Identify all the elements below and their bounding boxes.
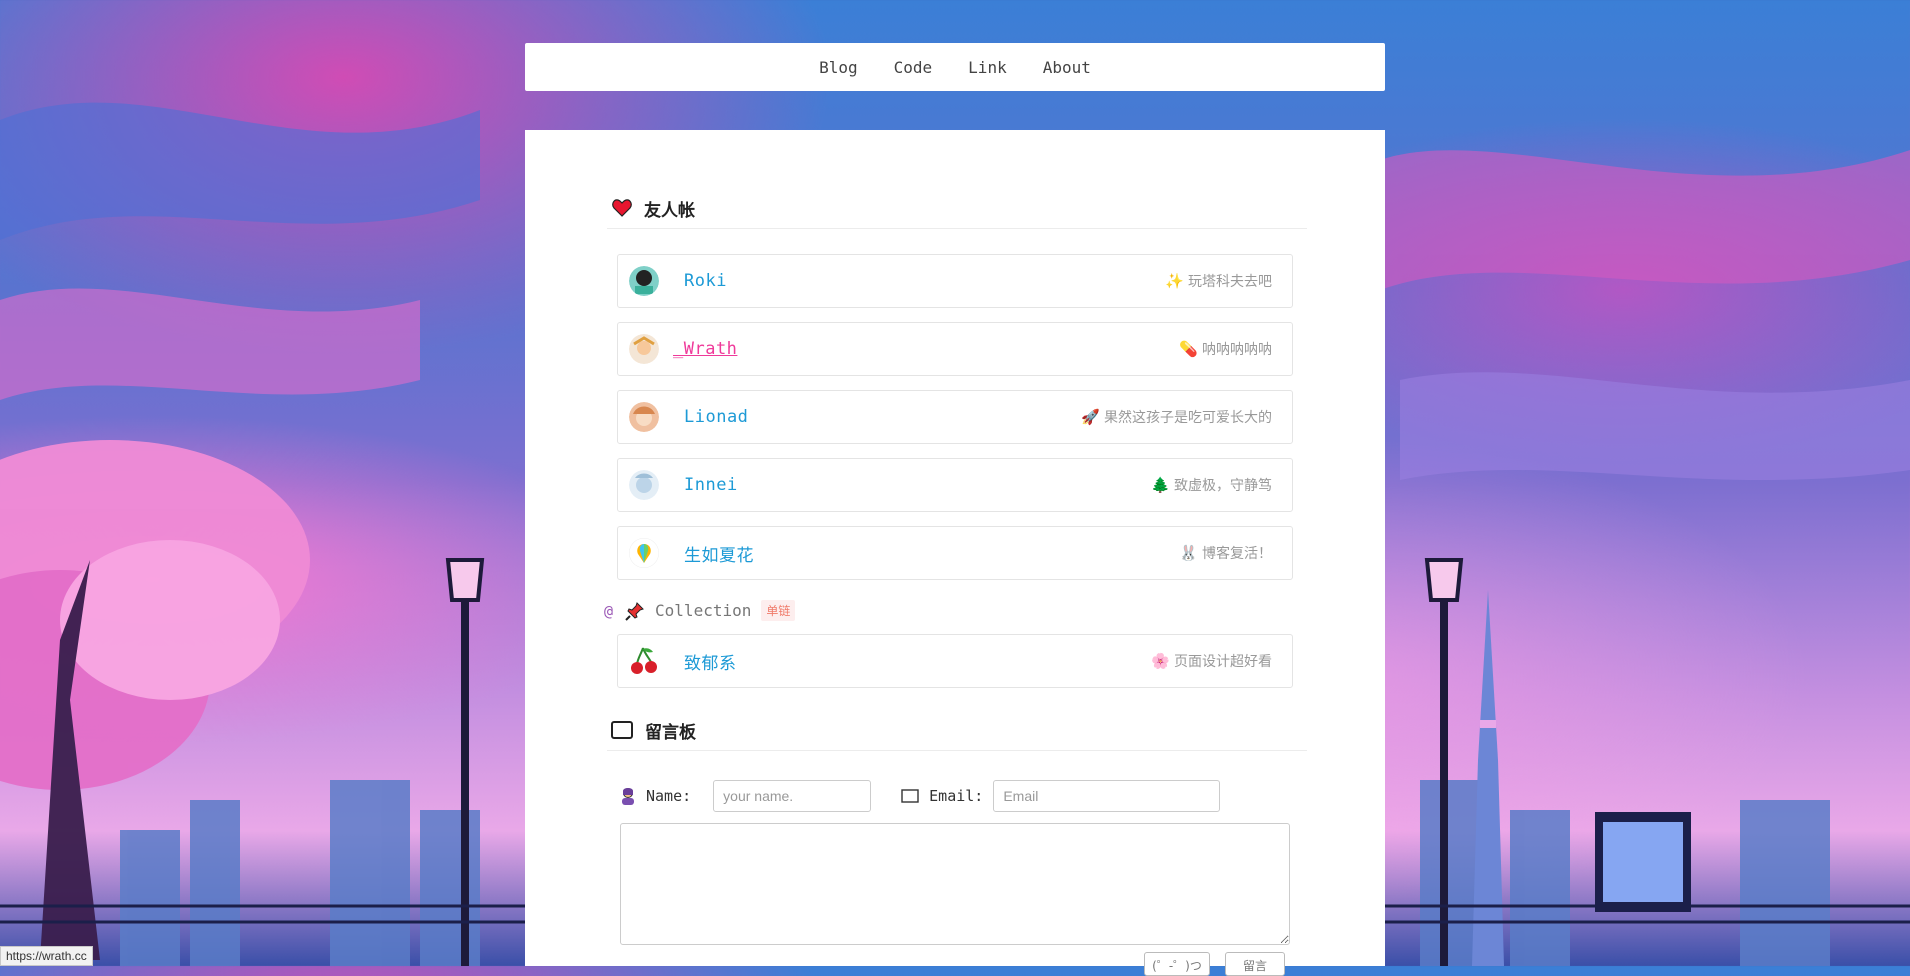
friend-desc: ✨ 玩塔科夫去吧 xyxy=(1165,271,1272,291)
tokyo-tower xyxy=(1472,590,1504,966)
friend-link-summer-flower[interactable]: 生如夏花 🐰 博客复活！ xyxy=(617,526,1293,580)
single-link-badge: 单链 xyxy=(761,600,796,621)
friend-name: Innei xyxy=(684,475,738,495)
friend-desc-text: 呐呐呐呐呐 xyxy=(1202,342,1272,358)
friends-section-header: 友人帐 xyxy=(607,188,1307,229)
collection-desc: 🌸 页面设计超好看 xyxy=(1151,651,1272,671)
emoji-button[interactable]: (゜-゜)つ xyxy=(1144,952,1210,976)
collection-name: 致郁系 xyxy=(684,653,737,674)
avatar xyxy=(629,470,659,500)
pushpin-icon xyxy=(625,601,644,621)
collection-desc-text: 页面设计超好看 xyxy=(1174,654,1272,670)
vending-machine xyxy=(1595,812,1691,912)
friend-link-innei[interactable]: Innei 🌲 致虚极，守静笃 xyxy=(617,458,1293,512)
name-input[interactable] xyxy=(713,780,872,812)
person-icon xyxy=(622,788,634,805)
friend-name: _Wrath xyxy=(673,339,738,359)
guestbook-form-row: Name: Email: xyxy=(620,778,1300,814)
nav-blog[interactable]: Blog xyxy=(819,58,858,77)
pill-icon: 💊 xyxy=(1179,339,1198,358)
friend-desc-text: 博客复活！ xyxy=(1202,546,1272,562)
friend-link-lionad[interactable]: Lionad 🚀 果然这孩子是吃可爱长大的 xyxy=(617,390,1293,444)
tree-icon: 🌲 xyxy=(1151,475,1170,494)
friend-desc-text: 致虚极，守静笃 xyxy=(1174,478,1272,494)
friend-desc: 🌲 致虚极，守静笃 xyxy=(1151,475,1272,495)
friend-name: Lionad xyxy=(684,407,749,427)
submit-message-button[interactable]: 留言 xyxy=(1225,952,1285,976)
status-bar-url: https://wrath.cc xyxy=(0,946,93,966)
friend-link-wrath[interactable]: _Wrath 💊 呐呐呐呐呐 xyxy=(617,322,1293,376)
cherry-icon xyxy=(631,647,657,674)
collection-link-zhiyuxi[interactable]: 致郁系 🌸 页面设计超好看 xyxy=(617,634,1293,688)
heart-icon xyxy=(612,199,632,217)
nav-link[interactable]: Link xyxy=(968,58,1007,77)
top-nav: Blog Code Link About xyxy=(525,43,1385,91)
avatar xyxy=(629,334,659,364)
friend-desc: 💊 呐呐呐呐呐 xyxy=(1179,339,1272,359)
cherry-blossom-icon: 🌸 xyxy=(1151,651,1170,670)
rabbit-icon: 🐰 xyxy=(1179,543,1198,562)
rocket-icon: 🚀 xyxy=(1081,407,1100,426)
friend-desc-text: 玩塔科夫去吧 xyxy=(1188,274,1272,290)
nav-code[interactable]: Code xyxy=(894,58,933,77)
collection-header: @ Collection 单链 xyxy=(604,600,796,621)
nav-about[interactable]: About xyxy=(1043,58,1091,77)
avatar xyxy=(629,402,659,432)
collection-label: Collection xyxy=(655,601,752,620)
avatar xyxy=(629,266,659,296)
content-card: 友人帐 Roki ✨ 玩塔科夫去吧 _Wrath 💊 呐呐呐呐呐 Lionad … xyxy=(525,130,1385,976)
guestbook-section-header: 留言板 xyxy=(607,710,1307,751)
email-input[interactable] xyxy=(993,780,1221,812)
friend-desc: 🚀 果然这孩子是吃可爱长大的 xyxy=(1081,407,1272,427)
friends-title: 友人帐 xyxy=(644,200,695,221)
friend-link-roki[interactable]: Roki ✨ 玩塔科夫去吧 xyxy=(617,254,1293,308)
avatar xyxy=(629,538,659,568)
friend-name: Roki xyxy=(684,271,727,291)
guestbook-title: 留言板 xyxy=(645,722,696,743)
email-label: Email: xyxy=(929,787,984,805)
at-icon: @ xyxy=(604,601,614,620)
friend-desc: 🐰 博客复活！ xyxy=(1179,543,1272,563)
message-textarea[interactable] xyxy=(620,823,1290,945)
friend-desc-text: 果然这孩子是吃可爱长大的 xyxy=(1104,410,1272,426)
envelope-icon xyxy=(901,789,919,803)
memo-icon xyxy=(611,721,633,739)
friend-name: 生如夏花 xyxy=(684,545,754,566)
sparkles-icon: ✨ xyxy=(1165,271,1184,290)
name-label: Name: xyxy=(646,787,692,805)
